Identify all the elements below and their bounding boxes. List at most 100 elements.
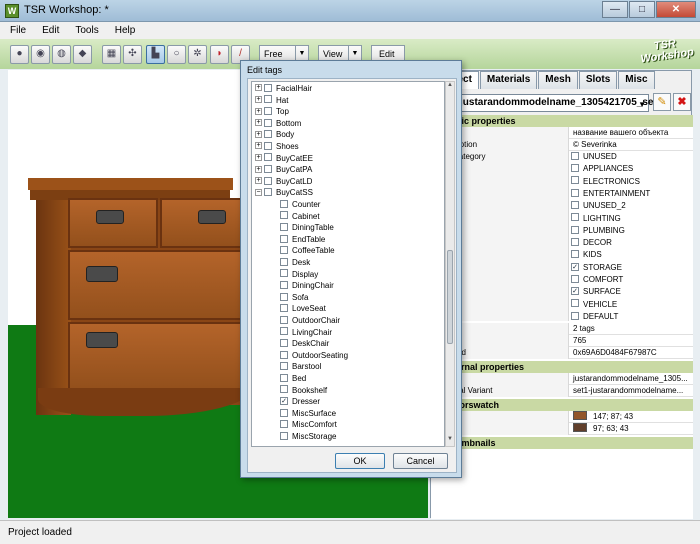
menu-tools[interactable]: Tools [75, 25, 98, 36]
sphere-shaded-icon[interactable]: ◉ [31, 45, 50, 64]
tab-misc[interactable]: Misc [618, 71, 655, 89]
checkbox[interactable] [280, 269, 288, 278]
maximize-button[interactable]: □ [629, 1, 655, 18]
checkbox[interactable] [571, 274, 579, 283]
tree-child-node[interactable]: EndTable [280, 234, 325, 246]
sphere-textured-icon[interactable]: ◍ [52, 45, 71, 64]
tree-child-node[interactable]: DiningChair [280, 280, 334, 292]
checkbox[interactable] [280, 234, 288, 243]
tree-node[interactable]: + Bottom [255, 118, 301, 130]
tree-child-node[interactable]: Counter [280, 199, 320, 211]
property-row[interactable]: Name justarandommodelname_1305... [431, 373, 693, 385]
tab-slots[interactable]: Slots [578, 71, 618, 89]
checkbox[interactable] [280, 431, 288, 440]
expander-icon[interactable]: − [255, 188, 262, 196]
tree-child-node[interactable]: OutdoorSeating [280, 350, 348, 362]
expander-icon[interactable]: + [255, 142, 262, 150]
checkbox[interactable] [280, 362, 288, 371]
floor-icon[interactable]: ▙ [146, 45, 165, 64]
property-row[interactable]: GroupId 0x69A6D0484F67987C [431, 347, 693, 359]
checkbox[interactable] [571, 176, 579, 185]
checkbox[interactable] [280, 350, 288, 359]
tab-materials[interactable]: Materials [479, 71, 538, 89]
tree-node[interactable]: + Shoes [255, 141, 299, 153]
tree-child-node[interactable]: ✓ Dresser [280, 396, 320, 408]
category-option[interactable]: ENTERTAINMENT [571, 188, 650, 200]
expander-icon[interactable]: + [255, 95, 262, 103]
checkbox[interactable] [571, 213, 579, 222]
tree-child-node[interactable]: Sofa [280, 292, 308, 304]
tree-child-node[interactable]: Display [280, 269, 318, 281]
tree-node[interactable]: + BuyCatPA [255, 164, 312, 176]
expander-icon[interactable]: + [255, 107, 262, 115]
checkbox-checked[interactable]: ✓ [571, 287, 579, 296]
checkbox[interactable] [571, 299, 579, 308]
category-option[interactable]: APPLIANCES [571, 163, 633, 175]
property-row[interactable]: Price 765 [431, 335, 693, 347]
expander-icon[interactable]: + [255, 119, 262, 127]
checkbox[interactable] [264, 165, 272, 174]
property-row[interactable]: Description © Severinka [431, 139, 693, 151]
cube-icon[interactable]: ◆ [73, 45, 92, 64]
tree-child-node[interactable]: Desk [280, 257, 310, 269]
checkbox[interactable] [280, 315, 288, 324]
expander-icon[interactable]: + [255, 153, 262, 161]
tree-node[interactable]: + Hat [255, 95, 288, 107]
delete-object-icon[interactable]: ✖ [673, 93, 691, 111]
tree-node[interactable]: + Body [255, 129, 294, 141]
checkbox[interactable] [571, 164, 579, 173]
category-option[interactable]: COMFORT [571, 274, 623, 286]
checkbox[interactable] [571, 311, 579, 320]
checkbox[interactable] [280, 199, 288, 208]
grid-icon[interactable]: ▦ [102, 45, 121, 64]
tree-child-node[interactable]: MiscSurface [280, 408, 336, 420]
category-option[interactable]: PLUMBING [571, 225, 625, 237]
tree-node[interactable]: + BuyCatEE [255, 153, 313, 165]
checkbox[interactable] [571, 151, 579, 160]
checkbox[interactable] [280, 408, 288, 417]
category-option[interactable]: DECOR [571, 237, 612, 249]
sphere-flat-icon[interactable]: ● [10, 45, 29, 64]
expander-icon[interactable]: + [255, 165, 262, 173]
category-option[interactable]: LIGHTING [571, 213, 621, 225]
checkbox[interactable] [280, 246, 288, 255]
menu-file[interactable]: File [10, 25, 26, 36]
tree-child-node[interactable]: Barstool [280, 361, 321, 373]
tree-child-node[interactable]: OutdoorChair [280, 315, 340, 327]
checkbox[interactable] [264, 176, 272, 185]
checkbox-checked[interactable]: ✓ [280, 397, 288, 406]
checkbox[interactable] [280, 223, 288, 232]
checkbox[interactable] [280, 385, 288, 394]
tree-node[interactable]: + BuyCatLD [255, 176, 312, 188]
tree-child-node[interactable]: MiscStorage [280, 431, 336, 443]
checkbox[interactable] [264, 153, 272, 162]
menu-edit[interactable]: Edit [42, 25, 59, 36]
tab-mesh[interactable]: Mesh [538, 71, 578, 89]
ok-button[interactable]: OK [335, 453, 385, 469]
tree-child-node[interactable]: DeskChair [280, 338, 329, 350]
checkbox[interactable] [280, 292, 288, 301]
checkbox[interactable] [280, 211, 288, 220]
checkbox[interactable] [280, 420, 288, 429]
bones-icon[interactable]: ✣ [123, 45, 142, 64]
checkbox[interactable] [280, 373, 288, 382]
category-option[interactable]: DEFAULT [571, 311, 618, 323]
checkbox[interactable] [571, 201, 579, 210]
scroll-down-icon[interactable]: ▼ [446, 436, 454, 446]
scroll-up-icon[interactable]: ▲ [446, 82, 454, 92]
category-option[interactable]: UNUSED [571, 151, 617, 163]
checkbox[interactable] [280, 327, 288, 336]
checkbox[interactable] [264, 130, 272, 139]
expander-icon[interactable]: + [255, 177, 262, 185]
expander-icon[interactable]: + [255, 84, 262, 92]
object-select[interactable]: justarandommodelname_1305421705_set ▼ [431, 94, 657, 112]
tree-node[interactable]: + Top [255, 106, 289, 118]
tree-child-node[interactable]: LoveSeat [280, 303, 326, 315]
checkbox[interactable] [571, 250, 579, 259]
checkbox[interactable] [264, 95, 272, 104]
scroll-thumb[interactable] [447, 250, 453, 344]
checkbox[interactable] [264, 118, 272, 127]
category-option[interactable]: KIDS [571, 249, 602, 261]
checkbox[interactable] [280, 339, 288, 348]
category-option[interactable]: UNUSED_2 [571, 200, 626, 212]
